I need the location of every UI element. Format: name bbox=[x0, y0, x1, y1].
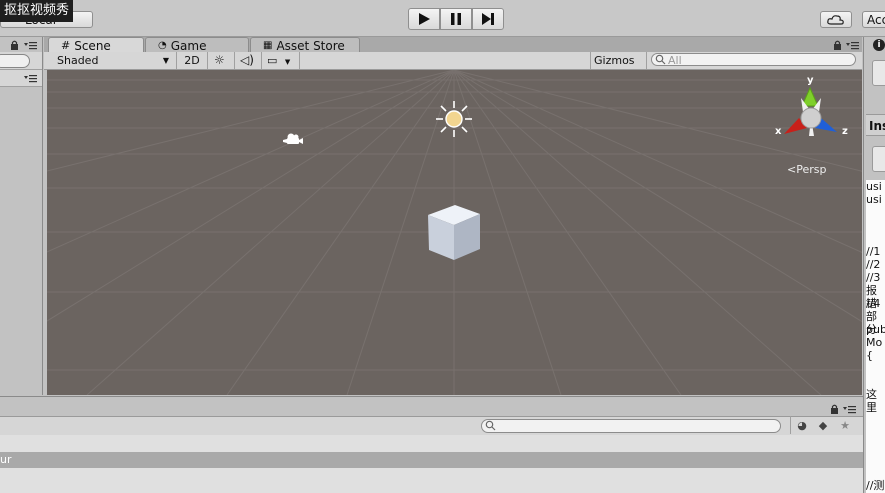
image-icon: ▭ bbox=[267, 54, 278, 67]
toolbar-divider bbox=[590, 52, 591, 69]
code-line: //3 bbox=[866, 271, 881, 284]
toolbar-divider bbox=[299, 52, 300, 69]
tab-game[interactable]: ◔ Game bbox=[145, 37, 249, 53]
camera-icon[interactable] bbox=[283, 132, 303, 146]
toolbar-divider bbox=[790, 416, 791, 434]
list-item-label: ur bbox=[0, 453, 12, 466]
step-button[interactable] bbox=[472, 8, 504, 30]
toolbar-divider bbox=[261, 52, 262, 69]
play-button[interactable] bbox=[408, 8, 440, 30]
gizmo-axis-x-label: x bbox=[775, 126, 782, 137]
cube-object[interactable] bbox=[425, 203, 483, 263]
step-icon bbox=[482, 13, 494, 25]
info-icon[interactable]: i bbox=[873, 39, 885, 51]
playback-controls bbox=[408, 8, 504, 30]
tab-scene[interactable]: # Scene bbox=[48, 37, 144, 53]
hierarchy-options-icon[interactable] bbox=[24, 73, 38, 86]
console-search-input[interactable] bbox=[481, 419, 781, 433]
code-line: { bbox=[866, 349, 873, 362]
code-line: Mo bbox=[866, 336, 883, 349]
chevron-down-icon: ▼ bbox=[284, 58, 291, 66]
speaker-icon: ◁) bbox=[240, 53, 254, 67]
search-icon bbox=[655, 54, 666, 68]
filter-by-label-icon[interactable]: ◆ bbox=[816, 418, 830, 432]
hierarchy-search-input[interactable] bbox=[0, 54, 30, 68]
code-line: //4 bbox=[866, 297, 881, 310]
code-line: 部分 bbox=[866, 310, 877, 336]
watermark: 抠抠视频秀 bbox=[0, 0, 74, 22]
shading-mode-label: Shaded bbox=[57, 54, 99, 67]
sun-icon: ☼ bbox=[214, 53, 225, 67]
inspector-title: Ins bbox=[866, 114, 885, 136]
toolbar-divider bbox=[176, 52, 177, 69]
code-lines: usi usi //1//2//3 报错//4 部分 pub Mo{ 这里 //测 bbox=[866, 180, 885, 492]
cloud-button[interactable] bbox=[820, 11, 852, 28]
audio-toggle[interactable]: ◁) bbox=[240, 52, 256, 69]
list-item[interactable]: ur bbox=[0, 452, 863, 468]
play-icon bbox=[419, 13, 430, 25]
code-line: pub bbox=[866, 323, 885, 336]
chevron-down-icon: ▼ bbox=[162, 56, 169, 65]
scene-search-input[interactable]: All bbox=[651, 53, 856, 67]
effects-dropdown[interactable]: ▭ ▼ bbox=[267, 52, 297, 69]
projection-toggle[interactable]: <Persp bbox=[787, 163, 826, 176]
search-icon bbox=[485, 420, 496, 434]
code-line: usi bbox=[866, 180, 882, 193]
gizmos-dropdown[interactable]: Gizmos ▼ bbox=[594, 52, 644, 83]
directional-light-icon[interactable] bbox=[435, 100, 473, 138]
tab-asset-store[interactable]: ▦ Asset Store bbox=[250, 37, 360, 53]
console-header bbox=[0, 396, 863, 411]
code-line: //1 bbox=[866, 245, 881, 258]
pause-icon bbox=[451, 13, 461, 25]
pause-button[interactable] bbox=[440, 8, 472, 30]
mode-2d-toggle[interactable]: 2D bbox=[182, 52, 202, 69]
gizmos-label: Gizmos bbox=[594, 54, 635, 67]
lighting-toggle[interactable]: ☼ bbox=[214, 52, 230, 69]
favorites-star-icon[interactable]: ★ bbox=[838, 418, 852, 432]
scene-viewport[interactable]: y x z <Persp bbox=[47, 70, 862, 395]
account-button[interactable]: Acc bbox=[862, 11, 885, 28]
filter-by-type-icon[interactable]: ◕ bbox=[795, 418, 809, 432]
script-source-preview: usi usi //1//2//3 报错//4 部分 pub Mo{ 这里 //测 bbox=[866, 180, 885, 493]
toolbar-divider bbox=[207, 52, 208, 69]
hierarchy-panel bbox=[0, 37, 43, 395]
account-label: Acc bbox=[867, 12, 885, 27]
gizmo-axis-y-label: y bbox=[807, 75, 814, 86]
cloud-icon bbox=[827, 15, 844, 25]
gizmo-axis-z-label: z bbox=[842, 126, 848, 137]
script-preview-icon bbox=[872, 146, 885, 172]
chevron-left-icon: < bbox=[787, 163, 797, 176]
code-line: //测 bbox=[866, 479, 885, 492]
code-line: 报错 bbox=[866, 284, 877, 310]
toolbar-divider bbox=[646, 52, 647, 69]
projection-label: Persp bbox=[796, 163, 827, 176]
script-asset-icon bbox=[872, 60, 885, 86]
code-line: //2 bbox=[866, 258, 881, 271]
code-line: 这里 bbox=[866, 388, 877, 414]
shading-mode-dropdown[interactable]: Shaded ▼ bbox=[57, 52, 173, 69]
code-line: usi bbox=[866, 193, 882, 206]
toolbar-divider bbox=[234, 52, 235, 69]
